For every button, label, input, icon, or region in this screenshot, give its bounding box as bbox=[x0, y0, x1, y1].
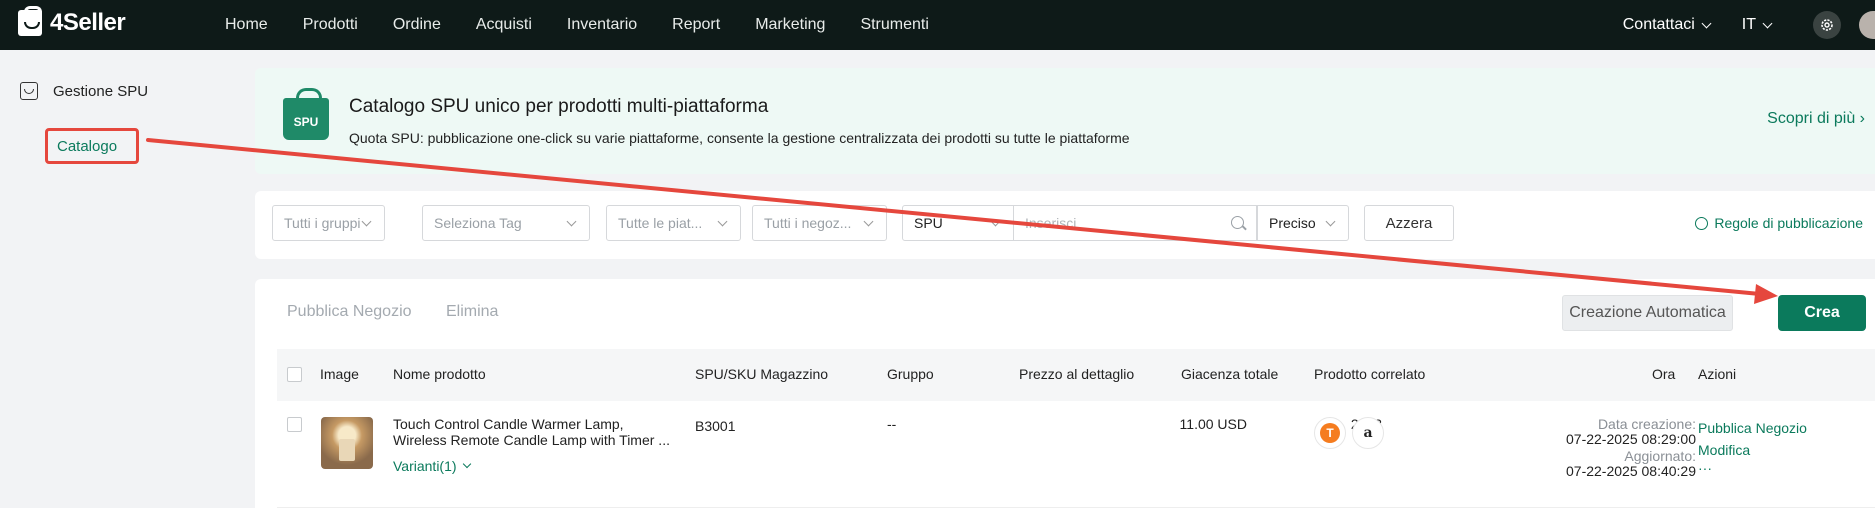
nav-report[interactable]: Report bbox=[672, 16, 720, 34]
select-all-checkbox[interactable] bbox=[287, 367, 302, 382]
col-group: Gruppo bbox=[887, 366, 934, 382]
amazon-icon: a bbox=[1363, 425, 1373, 441]
chevron-down-icon bbox=[863, 216, 874, 227]
product-name[interactable]: Touch Control Candle Warmer Lamp, Wirele… bbox=[393, 416, 670, 448]
chevron-down-icon bbox=[566, 216, 577, 227]
avatar[interactable] bbox=[1859, 11, 1875, 39]
delete-button[interactable]: Elimina bbox=[446, 303, 498, 320]
spu-bag-icon: SPU bbox=[283, 88, 329, 140]
filter-bar: Tutti i gruppi Seleziona Tag Tutte le pi… bbox=[255, 191, 1875, 259]
auto-create-button[interactable]: Creazione Automatica bbox=[1562, 295, 1733, 331]
nav-purchases[interactable]: Acquisti bbox=[476, 16, 532, 34]
product-image[interactable] bbox=[321, 417, 373, 469]
banner-title: Catalogo SPU unico per prodotti multi-pi… bbox=[349, 96, 769, 117]
chevron-down-icon bbox=[990, 216, 1001, 227]
topbar-right: Contattaci IT bbox=[1623, 0, 1875, 50]
spu-code: B3001 bbox=[695, 418, 736, 434]
group-select[interactable]: Tutti i gruppi bbox=[272, 205, 385, 241]
search-type-select[interactable]: SPU bbox=[902, 205, 1014, 241]
col-related: Prodotto correlato bbox=[1314, 366, 1426, 382]
chevron-down-icon bbox=[1701, 18, 1712, 28]
row-publish-link[interactable]: Pubblica Negozio bbox=[1698, 417, 1807, 439]
platform-select[interactable]: Tutte le piat... bbox=[606, 205, 741, 241]
match-mode-select[interactable]: Preciso bbox=[1257, 205, 1349, 241]
publishing-rules-link[interactable]: Regole di pubblicazione bbox=[1695, 215, 1863, 231]
app-name: 4Seller bbox=[50, 9, 126, 36]
banner-description: Quota SPU: pubblicazione one-click su va… bbox=[349, 130, 1130, 146]
amazon-platform-badge[interactable]: a bbox=[1352, 417, 1384, 449]
chevron-down-icon bbox=[462, 459, 471, 469]
row-edit-link[interactable]: Modifica bbox=[1698, 439, 1807, 461]
sidebar-item-catalog[interactable]: Catalogo bbox=[45, 128, 139, 164]
shop-select[interactable]: Tutti i negoz... bbox=[752, 205, 887, 241]
chevron-down-icon bbox=[717, 216, 728, 227]
col-spu: SPU/SKU Magazzino bbox=[695, 366, 829, 382]
tag-select[interactable]: Seleziona Tag bbox=[422, 205, 590, 241]
row-checkbox[interactable] bbox=[287, 417, 302, 432]
chevron-down-icon bbox=[361, 216, 372, 227]
table-header: Image Nome prodotto SPU/SKU Magazzino Gr… bbox=[277, 349, 1875, 401]
bag-icon bbox=[20, 82, 38, 100]
nav-products[interactable]: Prodotti bbox=[303, 16, 358, 34]
create-button[interactable]: Crea bbox=[1778, 295, 1866, 331]
col-price: Prezzo al dettaglio bbox=[1019, 366, 1135, 382]
group-value: -- bbox=[887, 416, 897, 432]
chevron-down-icon bbox=[1325, 216, 1336, 227]
learn-more-link[interactable]: Scopri di più › bbox=[1767, 110, 1865, 128]
search-icon[interactable] bbox=[1231, 216, 1244, 229]
nav-home[interactable]: Home bbox=[225, 16, 268, 34]
nav-marketing[interactable]: Marketing bbox=[755, 16, 825, 34]
price-value: 11.00 USD bbox=[1179, 416, 1247, 432]
bulk-actions: Pubblica Negozio Elimina bbox=[287, 303, 528, 321]
contact-label: Contattaci bbox=[1622, 16, 1695, 33]
publish-store-button[interactable]: Pubblica Negozio bbox=[287, 303, 412, 320]
col-name: Nome prodotto bbox=[393, 366, 486, 382]
language-menu[interactable]: IT bbox=[1741, 16, 1773, 34]
settings-button[interactable] bbox=[1813, 11, 1841, 39]
top-navbar: 4Seller Home Prodotti Ordine Acquisti In… bbox=[0, 0, 1875, 50]
reset-button[interactable]: Azzera bbox=[1364, 205, 1454, 241]
table-row: Touch Control Candle Warmer Lamp, Wirele… bbox=[277, 401, 1875, 508]
gear-icon bbox=[1695, 216, 1709, 230]
sidebar: Gestione SPU bbox=[0, 50, 241, 508]
bag-logo-icon bbox=[18, 6, 42, 36]
chevron-down-icon bbox=[1762, 18, 1773, 28]
col-time: Ora bbox=[1652, 366, 1676, 382]
timestamps: Data creazione: 07-22-2025 08:29:00 Aggi… bbox=[1566, 416, 1696, 479]
col-actions: Azioni bbox=[1698, 366, 1737, 382]
nav-orders[interactable]: Ordine bbox=[393, 16, 441, 34]
temu-platform-badge[interactable]: T bbox=[1314, 417, 1346, 449]
updated-time: 07-22-2025 08:40:29 bbox=[1566, 463, 1696, 479]
col-stock: Giacenza totale bbox=[1181, 366, 1279, 382]
contact-menu[interactable]: Contattaci bbox=[1622, 16, 1712, 34]
row-actions: Pubblica Negozio Modifica ··· bbox=[1698, 417, 1807, 475]
sidebar-group-label: Gestione SPU bbox=[53, 82, 149, 100]
temu-icon: T bbox=[1320, 423, 1340, 443]
app-logo[interactable]: 4Seller bbox=[18, 6, 126, 37]
row-more-link[interactable]: ··· bbox=[1698, 461, 1807, 475]
sidebar-group-spu[interactable]: Gestione SPU bbox=[20, 82, 148, 100]
nav-inventory[interactable]: Inventario bbox=[567, 16, 637, 34]
nav-tools[interactable]: Strumenti bbox=[860, 16, 928, 34]
variants-toggle[interactable]: Varianti(1) bbox=[393, 458, 471, 474]
language-label: IT bbox=[1741, 16, 1756, 33]
col-image: Image bbox=[320, 366, 359, 382]
product-table-panel: Pubblica Negozio Elimina Creazione Autom… bbox=[255, 279, 1875, 508]
search-input[interactable]: Inserisci bbox=[1013, 205, 1257, 241]
info-banner: SPU Catalogo SPU unico per prodotti mult… bbox=[255, 68, 1875, 174]
created-time: 07-22-2025 08:29:00 bbox=[1566, 431, 1696, 447]
gear-icon bbox=[1821, 19, 1833, 31]
main-nav: Home Prodotti Ordine Acquisti Inventario… bbox=[225, 0, 964, 50]
